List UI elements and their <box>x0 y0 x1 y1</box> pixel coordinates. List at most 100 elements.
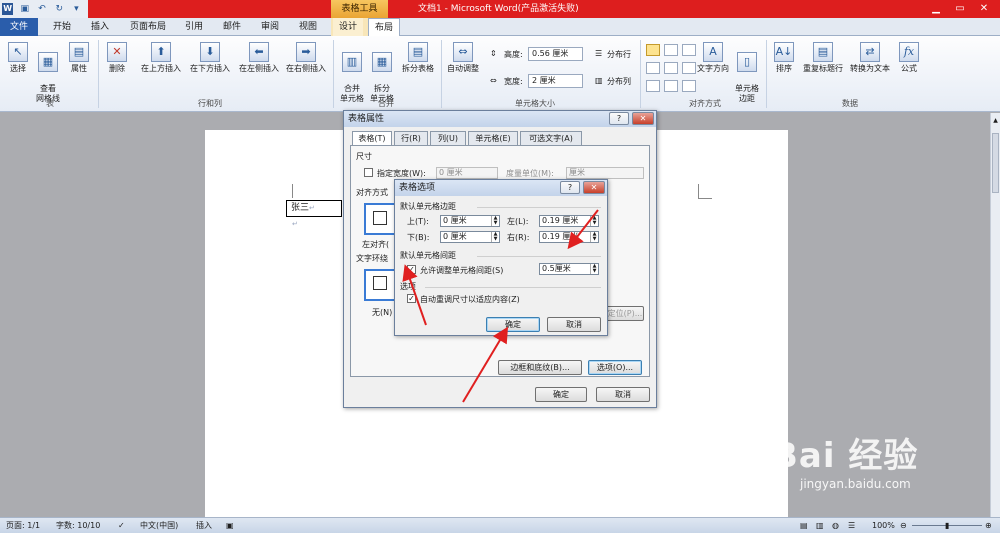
spinner-icon[interactable]: ▲ ▼ <box>590 264 598 274</box>
minimize-icon[interactable]: ▁ <box>924 0 948 18</box>
left-margin-input[interactable]: 0.19 厘米 ▲ ▼ <box>539 215 599 227</box>
top-margin-input[interactable]: 0 厘米 ▲ ▼ <box>440 215 500 227</box>
insert-right-button[interactable]: ➡ 在右侧插入 <box>283 42 329 74</box>
close-icon[interactable]: ✕ <box>972 0 996 18</box>
word-count[interactable]: 字数: 10/10 <box>56 518 100 533</box>
sort-button[interactable]: A↓ 排序 <box>771 42 797 74</box>
insert-above-button[interactable]: ⬆ 在上方插入 <box>138 42 184 74</box>
view-gridlines-button[interactable]: ▦ 查看 网格线 <box>33 42 63 104</box>
view-web-icon[interactable]: ◍ <box>832 518 839 533</box>
spacing-input[interactable]: 0.5厘米 ▲ ▼ <box>539 263 599 275</box>
view-outline-icon[interactable]: ☰ <box>848 518 855 533</box>
align-top-left-cell[interactable] <box>646 44 660 56</box>
tab-design[interactable]: 设计 <box>333 18 363 36</box>
allow-spacing-checkbox[interactable]: ✓ <box>407 265 416 274</box>
select-button[interactable]: ↖ 选择 <box>4 42 32 74</box>
autofit-button[interactable]: ⇔ 自动调整 <box>444 42 482 74</box>
tab-table[interactable]: 表格(T) <box>352 131 392 146</box>
cell-margins-button[interactable]: ▯ 单元格 边距 <box>733 42 761 104</box>
spinner-icon[interactable]: ▲ ▼ <box>590 232 598 242</box>
align-top-center-cell[interactable] <box>664 44 678 56</box>
width-input[interactable]: 2 厘米 <box>528 74 583 88</box>
table-options-cancel-button[interactable]: 取消 <box>547 317 601 332</box>
save-icon[interactable]: ▣ <box>19 3 30 15</box>
help-button[interactable]: ? <box>609 112 629 125</box>
close-button[interactable]: ✕ <box>583 181 605 194</box>
height-input[interactable]: 0.56 厘米 <box>528 47 583 61</box>
close-button[interactable]: ✕ <box>632 112 654 125</box>
spinner-icon[interactable]: ▲ ▼ <box>590 216 598 226</box>
tab-view[interactable]: 视图 <box>292 18 324 36</box>
bottom-margin-input[interactable]: 0 厘米 ▲ ▼ <box>440 231 500 243</box>
align-middle-center-cell[interactable] <box>664 62 678 74</box>
maximize-icon[interactable]: ▭ <box>948 0 972 18</box>
vertical-scrollbar[interactable]: ▲ <box>990 113 1000 517</box>
wrap-none-option[interactable] <box>364 269 396 301</box>
zoom-level[interactable]: 100% <box>872 518 895 533</box>
spinner-icon[interactable]: ▲ ▼ <box>491 216 499 226</box>
align-bottom-right-cell[interactable] <box>682 80 696 92</box>
merge-cells-button[interactable]: ▥ 合并 单元格 <box>338 42 366 104</box>
table-properties-cancel-button[interactable]: 取消 <box>596 387 650 402</box>
align-middle-left-cell[interactable] <box>646 62 660 74</box>
bottom-margin-label: 下(B): <box>407 233 430 242</box>
tab-page-layout[interactable]: 页面布局 <box>124 18 172 36</box>
scroll-thumb[interactable] <box>992 133 999 193</box>
positioning-button[interactable]: 定位(P)... <box>606 306 644 321</box>
options-button[interactable]: 选项(O)... <box>588 360 642 375</box>
insert-below-button[interactable]: ⬇ 在下方插入 <box>187 42 233 74</box>
tab-row[interactable]: 行(R) <box>394 131 428 145</box>
language[interactable]: 中文(中国) <box>140 518 178 533</box>
page-count[interactable]: 页面: 1/1 <box>6 518 40 533</box>
right-margin-label: 右(R): <box>507 233 530 242</box>
macro-icon[interactable]: ▣ <box>226 518 234 533</box>
align-left-option[interactable] <box>364 203 396 235</box>
view-print-layout-icon[interactable]: ▤ <box>800 518 808 533</box>
table-width-input[interactable]: 0 厘米 <box>436 167 498 179</box>
undo-icon[interactable]: ↶ <box>36 3 47 15</box>
redo-icon[interactable]: ↻ <box>54 3 65 15</box>
zoom-in-icon[interactable]: ⊕ <box>985 518 992 533</box>
zoom-slider-thumb[interactable]: ▮ <box>945 518 949 533</box>
tab-cell[interactable]: 单元格(E) <box>468 131 518 145</box>
distribute-rows-button[interactable]: 分布行 <box>607 49 631 60</box>
word-icon[interactable]: W <box>2 3 14 15</box>
tab-references[interactable]: 引用 <box>178 18 210 36</box>
table-cell[interactable]: 张三↵ <box>286 200 342 217</box>
text-direction-button[interactable]: A 文字方向 <box>694 42 732 74</box>
delete-button[interactable]: ✕ 删除 <box>103 42 131 74</box>
borders-shading-button[interactable]: 边框和底纹(B)... <box>498 360 582 375</box>
auto-resize-checkbox[interactable]: ✓ <box>407 294 416 303</box>
tab-home[interactable]: 开始 <box>46 18 78 36</box>
convert-to-text-button[interactable]: ⇄ 转换为文本 <box>847 42 893 74</box>
help-button[interactable]: ? <box>560 181 580 194</box>
align-bottom-left-cell[interactable] <box>646 80 660 92</box>
tab-column[interactable]: 列(U) <box>430 131 466 145</box>
table-properties-ok-button[interactable]: 确定 <box>535 387 587 402</box>
align-bottom-center-cell[interactable] <box>664 80 678 92</box>
properties-button[interactable]: ▤ 属性 <box>65 42 93 74</box>
proofing-icon[interactable]: ✓ <box>118 518 125 533</box>
view-reading-icon[interactable]: ▥ <box>816 518 824 533</box>
scroll-up-icon[interactable]: ▲ <box>992 117 999 127</box>
measure-unit-select[interactable]: 厘米 <box>566 167 644 179</box>
spinner-icon[interactable]: ▲ ▼ <box>491 232 499 242</box>
tab-review[interactable]: 审阅 <box>254 18 286 36</box>
insert-mode[interactable]: 插入 <box>196 518 212 533</box>
split-cells-button[interactable]: ▦ 拆分 单元格 <box>368 42 396 104</box>
insert-left-button[interactable]: ⬅ 在左侧插入 <box>236 42 282 74</box>
tab-insert[interactable]: 插入 <box>84 18 116 36</box>
distribute-cols-button[interactable]: 分布列 <box>607 76 631 87</box>
split-table-button[interactable]: ▤ 拆分表格 <box>398 42 438 74</box>
customize-icon[interactable]: ▾ <box>71 3 82 15</box>
zoom-out-icon[interactable]: ⊖ <box>900 518 907 533</box>
tab-file[interactable]: 文件 <box>0 18 38 36</box>
formula-button[interactable]: fx 公式 <box>896 42 922 74</box>
tab-mailings[interactable]: 邮件 <box>216 18 248 36</box>
tab-alt-text[interactable]: 可选文字(A) <box>520 131 582 145</box>
right-margin-input[interactable]: 0.19 厘米 ▲ ▼ <box>539 231 599 243</box>
table-options-ok-button[interactable]: 确定 <box>486 317 540 332</box>
repeat-header-button[interactable]: ▤ 重复标题行 <box>800 42 846 74</box>
tab-layout[interactable]: 布局 <box>368 18 400 37</box>
specify-width-checkbox[interactable] <box>364 168 373 177</box>
